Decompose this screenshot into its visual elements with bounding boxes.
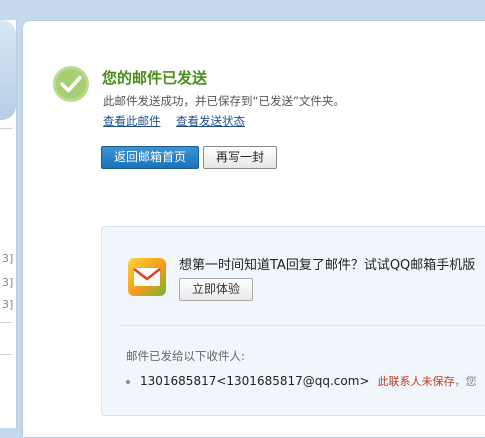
page-title: 您的邮件已发送: [102, 69, 208, 87]
success-description: 此邮件发送成功，并已保存到“已发送”文件夹。: [103, 94, 345, 108]
view-mail-link[interactable]: 查看此邮件: [103, 113, 161, 129]
recipient-item: 1301685817<1301685817@qq.com> 此联系人未保存，您: [126, 373, 476, 389]
promo-divider: [118, 325, 485, 326]
recipients-label: 邮件已发给以下收件人:: [126, 349, 245, 363]
sidebar-divider: [0, 128, 12, 129]
warning-tail: ，您: [454, 375, 477, 388]
back-to-inbox-button[interactable]: 返回邮箱首页: [101, 146, 199, 169]
main-content-panel: 您的邮件已发送 此邮件发送成功，并已保存到“已发送”文件夹。 查看此邮件 查看发…: [22, 20, 485, 438]
promo-box: 想第一时间知道TA回复了邮件？试试QQ邮箱手机版 立即体验 邮件已发给以下收件人…: [101, 226, 485, 416]
promo-text: 想第一时间知道TA回复了邮件？试试QQ邮箱手机版: [179, 258, 476, 273]
sidebar-fragment[interactable]: 3]: [2, 252, 13, 265]
sidebar-divider: [0, 354, 12, 355]
sidebar-fragment[interactable]: 3]: [2, 298, 13, 311]
success-check-icon: [53, 66, 89, 102]
left-sidebar-panel: 3] 3] 3]: [0, 20, 17, 428]
recipient-address: 1301685817<1301685817@qq.com>: [140, 374, 370, 388]
sidebar-fragment[interactable]: 3]: [2, 276, 13, 289]
sidebar-divider: [0, 322, 12, 323]
mail-app-icon: [128, 258, 166, 296]
sidebar-banner-image: [0, 20, 16, 120]
view-status-link[interactable]: 查看发送状态: [176, 113, 245, 129]
try-now-button[interactable]: 立即体验: [179, 278, 253, 301]
bullet-dot: [126, 379, 130, 384]
write-again-button[interactable]: 再写一封: [203, 146, 277, 169]
unsaved-contact-warning[interactable]: 此联系人未保存: [377, 375, 454, 388]
